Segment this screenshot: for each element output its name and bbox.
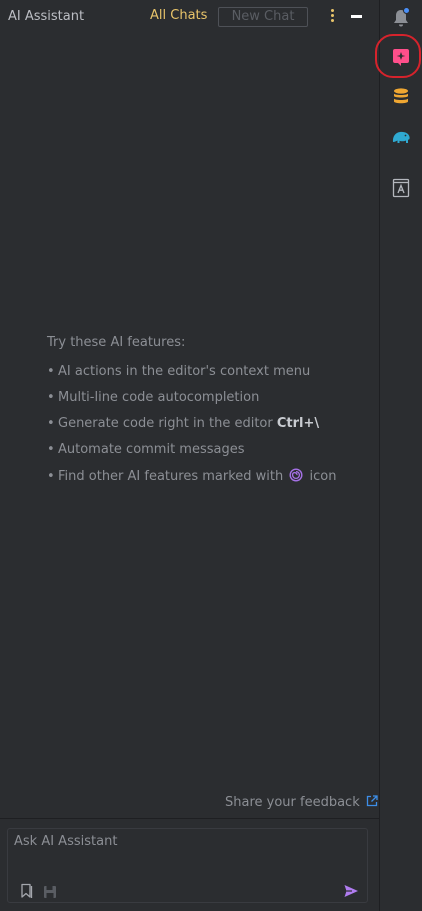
all-chats-button[interactable]: All Chats: [150, 8, 207, 23]
panel-title: AI Assistant: [8, 9, 85, 24]
external-link-icon: [366, 795, 378, 811]
feature-text: Automate commit messages: [58, 442, 245, 457]
feature-text: Find other AI features marked with: [58, 469, 284, 484]
minimize-icon[interactable]: [350, 9, 364, 23]
list-item: • Generate code right in the editor Ctrl+…: [47, 416, 367, 442]
panel-header: AI Assistant All Chats New Chat: [0, 0, 380, 34]
notifications-icon[interactable]: [389, 6, 413, 30]
database-icon[interactable]: [389, 85, 413, 109]
dictionary-icon[interactable]: [389, 176, 413, 200]
feature-text: Multi-line code autocompletion: [58, 390, 260, 405]
bullet: •: [47, 390, 55, 405]
more-options-icon[interactable]: [327, 9, 337, 25]
ai-assistant-panel: AI Assistant All Chats New Chat Try thes…: [0, 0, 380, 911]
ai-features-hint: Try these AI features: • AI actions in th…: [47, 335, 367, 494]
list-item: • AI actions in the editor's context menu: [47, 364, 367, 390]
feature-text: Generate code right in the editor: [58, 416, 273, 431]
bullet: •: [47, 364, 55, 379]
list-item: • Automate commit messages: [47, 442, 367, 468]
save-icon[interactable]: [43, 884, 57, 898]
ai-spiral-icon: [289, 468, 303, 487]
chat-input-container: [7, 828, 368, 903]
feature-text-suffix: icon: [309, 469, 337, 484]
right-tool-window-bar: [381, 0, 422, 911]
feature-text: AI actions in the editor's context menu: [58, 364, 311, 379]
chat-input[interactable]: [14, 834, 354, 874]
bullet: •: [47, 416, 55, 431]
gradle-elephant-icon[interactable]: [389, 125, 413, 149]
new-chat-button[interactable]: New Chat: [218, 7, 308, 27]
divider: [0, 818, 380, 819]
feedback-label: Share your feedback: [225, 795, 360, 810]
app-window: AI Assistant All Chats New Chat Try thes…: [0, 0, 422, 911]
features-list: • AI actions in the editor's context menu…: [47, 364, 367, 494]
bookmark-icon[interactable]: [20, 883, 34, 899]
highlight-annotation: [375, 34, 421, 78]
list-item: • Multi-line code autocompletion: [47, 390, 367, 416]
features-heading: Try these AI features:: [47, 335, 186, 350]
list-item: • Find other AI features marked with icon: [47, 468, 367, 494]
bullet: •: [47, 442, 55, 457]
send-icon[interactable]: [343, 883, 359, 899]
share-feedback-link[interactable]: Share your feedback: [225, 795, 378, 811]
bullet: •: [47, 469, 55, 484]
shortcut-label: Ctrl+\: [276, 416, 320, 431]
